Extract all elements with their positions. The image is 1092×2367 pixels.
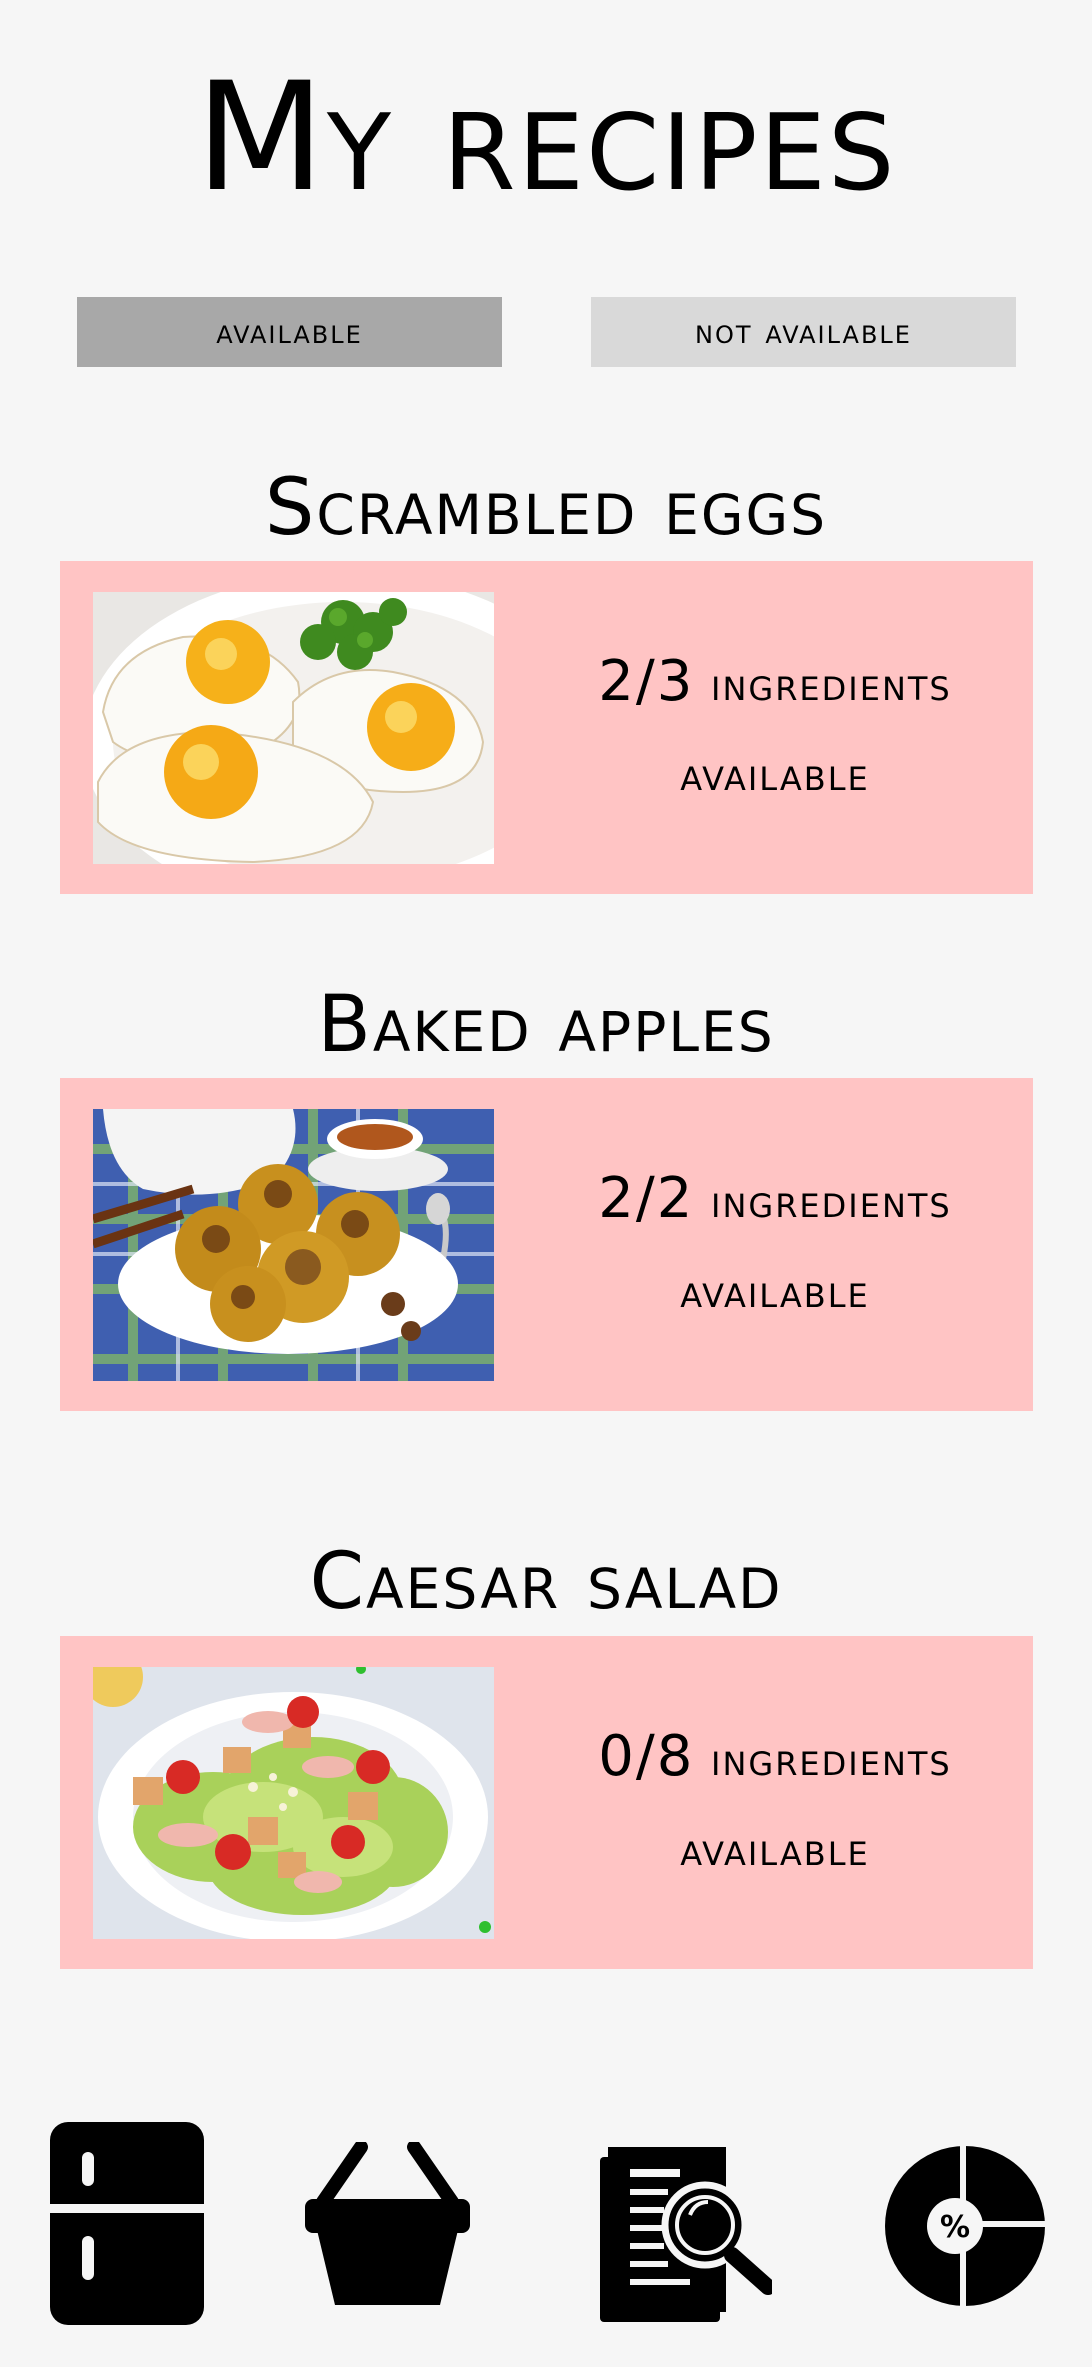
- not-available-filter-label: not available: [695, 312, 912, 352]
- recipe-status-caesar-salad: 0/8 ingredients available: [550, 1636, 1000, 1969]
- ingredient-ratio: 2/2: [598, 1165, 695, 1231]
- recipe-card-caesar-salad[interactable]: 0/8 ingredients available: [60, 1636, 1033, 1969]
- ingredient-ratio: 2/3: [598, 648, 695, 714]
- recipe-title-baked-apples[interactable]: Baked apples: [0, 975, 1092, 1075]
- recipe-title-scrambled-eggs[interactable]: Scrambled eggs: [0, 458, 1092, 558]
- recipe-status-scrambled-eggs: 2/3 ingredients available: [550, 561, 1000, 894]
- page-title: My recipes: [195, 51, 897, 225]
- availability-word: available: [680, 1263, 870, 1318]
- basket-icon[interactable]: [305, 2142, 470, 2305]
- recipe-search-icon[interactable]: [600, 2147, 772, 2322]
- availability-word: available: [680, 1821, 870, 1876]
- available-filter-label: available: [216, 312, 363, 352]
- discount-pie-icon[interactable]: %: [880, 2142, 1050, 2310]
- ingredients-word: ingredients: [711, 1731, 952, 1786]
- recipe-photo-scrambled-eggs: [93, 592, 494, 864]
- recipe-title-caesar-salad[interactable]: Caesar salad: [0, 1532, 1092, 1632]
- ingredients-word: ingredients: [711, 656, 952, 711]
- availability-word: available: [680, 746, 870, 801]
- percent-symbol: %: [940, 2210, 970, 2245]
- recipe-photo-caesar-salad: [93, 1667, 494, 1939]
- ingredient-ratio: 0/8: [598, 1723, 695, 1789]
- recipe-status-baked-apples: 2/2 ingredients available: [550, 1078, 1000, 1411]
- ingredients-word: ingredients: [711, 1173, 952, 1228]
- recipe-card-scrambled-eggs[interactable]: 2/3 ingredients available: [60, 561, 1033, 894]
- recipe-card-baked-apples[interactable]: 2/2 ingredients available: [60, 1078, 1033, 1411]
- not-available-filter-button[interactable]: not available: [591, 297, 1016, 367]
- available-filter-button[interactable]: available: [77, 297, 502, 367]
- recipe-photo-baked-apples: [93, 1109, 494, 1381]
- fridge-icon[interactable]: [50, 2122, 204, 2325]
